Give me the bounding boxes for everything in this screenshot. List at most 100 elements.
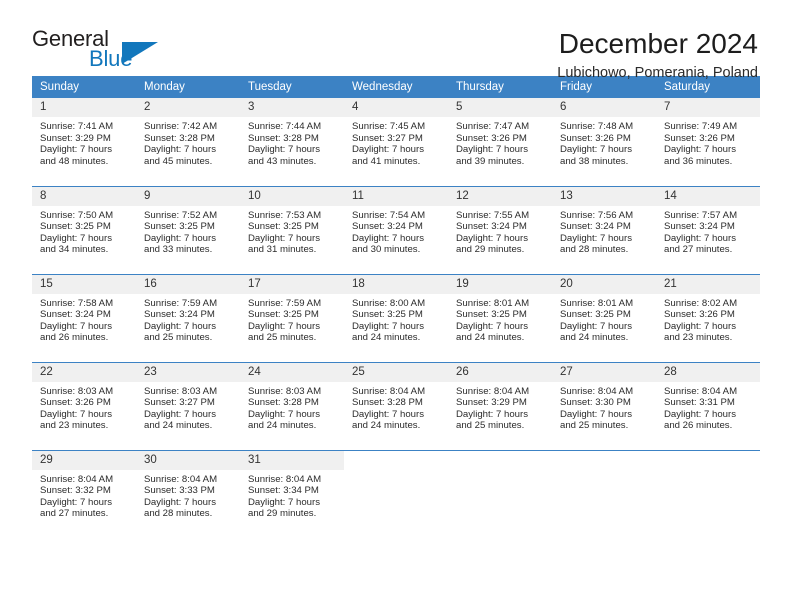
- calendar-body: 1 Sunrise: 7:41 AM Sunset: 3:29 PM Daylight…: [32, 98, 760, 538]
- calendar-page: General Blue December 2024 Lubichowo, Po…: [0, 0, 792, 612]
- daylight-text-line1: Daylight: 7 hours: [248, 496, 320, 508]
- day-details: Sunrise: 7:50 AM Sunset: 3:25 PM Daylight:…: [32, 206, 136, 256]
- day-number: 23: [136, 362, 240, 382]
- day-number: 9: [136, 186, 240, 206]
- sunrise-text: Sunrise: 7:52 AM: [144, 209, 218, 221]
- sunset-text: Sunset: 3:26 PM: [456, 132, 527, 144]
- day-cell[interactable]: 7 Sunrise: 7:49 AM Sunset: 3:26 PM Daylight…: [656, 98, 760, 186]
- day-details: Sunrise: 7:54 AM Sunset: 3:24 PM Daylight:…: [344, 206, 448, 256]
- daylight-text-line2: and 24 minutes.: [560, 332, 629, 344]
- day-cell[interactable]: 19 Sunrise: 8:01 AM Sunset: 3:25 PM Dayligh…: [448, 273, 552, 362]
- daylight-text-line2: and 28 minutes.: [560, 244, 629, 256]
- sunrise-text: Sunrise: 7:45 AM: [352, 121, 426, 132]
- day-cell[interactable]: 8 Sunrise: 7:50 AM Sunset: 3:25 PM Daylight…: [32, 185, 136, 274]
- day-details: Sunrise: 7:47 AM Sunset: 3:26 PM Daylight:…: [448, 117, 552, 167]
- sunrise-text: Sunrise: 7:54 AM: [352, 209, 426, 221]
- day-number: 31: [240, 450, 344, 470]
- daylight-text-line1: Daylight: 7 hours: [144, 320, 216, 332]
- sunset-text: Sunset: 3:26 PM: [40, 397, 111, 409]
- day-cell[interactable]: 26 Sunrise: 8:04 AM Sunset: 3:29 PM Dayligh…: [448, 361, 552, 450]
- calendar-week-row: 15 Sunrise: 7:58 AM Sunset: 3:24 PM Dayligh…: [32, 273, 760, 362]
- sunrise-text: Sunrise: 8:04 AM: [456, 385, 530, 397]
- day-cell[interactable]: 4 Sunrise: 7:45 AM Sunset: 3:27 PM Daylight…: [344, 98, 448, 186]
- day-cell[interactable]: 28 Sunrise: 8:04 AM Sunset: 3:31 PM Dayligh…: [656, 361, 760, 450]
- sunset-text: Sunset: 3:24 PM: [40, 309, 111, 321]
- calendar-week-row: 29 Sunrise: 8:04 AM Sunset: 3:32 PM Dayligh…: [32, 449, 760, 538]
- day-details: Sunrise: 7:56 AM Sunset: 3:24 PM Daylight:…: [552, 206, 656, 256]
- brand-logo[interactable]: General Blue: [32, 28, 172, 76]
- day-cell[interactable]: 18 Sunrise: 8:00 AM Sunset: 3:25 PM Dayligh…: [344, 273, 448, 362]
- day-cell[interactable]: 15 Sunrise: 7:58 AM Sunset: 3:24 PM Dayligh…: [32, 273, 136, 362]
- day-cell[interactable]: 21 Sunrise: 8:02 AM Sunset: 3:26 PM Dayligh…: [656, 273, 760, 362]
- day-details: Sunrise: 8:04 AM Sunset: 3:30 PM Daylight:…: [552, 382, 656, 432]
- sunrise-text: Sunrise: 8:04 AM: [40, 473, 114, 485]
- daylight-text-line1: Daylight: 7 hours: [248, 320, 320, 332]
- daylight-text-line2: and 30 minutes.: [352, 244, 421, 256]
- day-cell[interactable]: 11 Sunrise: 7:54 AM Sunset: 3:24 PM Dayligh…: [344, 185, 448, 274]
- sunset-text: Sunset: 3:28 PM: [144, 132, 215, 144]
- sunset-text: Sunset: 3:25 PM: [352, 309, 423, 321]
- sunset-text: Sunset: 3:33 PM: [144, 485, 215, 497]
- day-number: 19: [448, 274, 552, 294]
- daylight-text-line1: Daylight: 7 hours: [456, 232, 528, 244]
- day-number: [448, 450, 552, 470]
- calendar-week-row: 8 Sunrise: 7:50 AM Sunset: 3:25 PM Daylight…: [32, 185, 760, 274]
- daylight-text-line1: Daylight: 7 hours: [352, 408, 424, 420]
- day-details: Sunrise: 8:03 AM Sunset: 3:28 PM Daylight:…: [240, 382, 344, 432]
- day-details: Sunrise: 7:55 AM Sunset: 3:24 PM Daylight:…: [448, 206, 552, 256]
- sunrise-text: Sunrise: 7:42 AM: [144, 121, 218, 132]
- brand-name-blue: Blue: [89, 46, 133, 71]
- day-cell[interactable]: 17 Sunrise: 7:59 AM Sunset: 3:25 PM Dayligh…: [240, 273, 344, 362]
- day-cell[interactable]: 14 Sunrise: 7:57 AM Sunset: 3:24 PM Dayligh…: [656, 185, 760, 274]
- daylight-text-line2: and 25 minutes.: [560, 420, 629, 432]
- sunrise-text: Sunrise: 7:53 AM: [248, 209, 322, 221]
- daylight-text-line1: Daylight: 7 hours: [144, 232, 216, 244]
- day-cell[interactable]: 23 Sunrise: 8:03 AM Sunset: 3:27 PM Dayligh…: [136, 361, 240, 450]
- daylight-text-line2: and 34 minutes.: [40, 244, 109, 256]
- day-cell-empty: [344, 449, 448, 538]
- calendar-table: Sunday Monday Tuesday Wednesday Thursday…: [32, 76, 760, 538]
- day-cell[interactable]: 9 Sunrise: 7:52 AM Sunset: 3:25 PM Daylight…: [136, 185, 240, 274]
- day-cell[interactable]: 13 Sunrise: 7:56 AM Sunset: 3:24 PM Dayligh…: [552, 185, 656, 274]
- day-cell[interactable]: 24 Sunrise: 8:03 AM Sunset: 3:28 PM Dayligh…: [240, 361, 344, 450]
- day-cell[interactable]: 1 Sunrise: 7:41 AM Sunset: 3:29 PM Daylight…: [32, 98, 136, 186]
- day-details: Sunrise: 8:03 AM Sunset: 3:27 PM Daylight:…: [136, 382, 240, 432]
- daylight-text-line2: and 24 minutes.: [352, 420, 421, 432]
- sunrise-text: Sunrise: 7:48 AM: [560, 121, 634, 132]
- day-cell[interactable]: 5 Sunrise: 7:47 AM Sunset: 3:26 PM Daylight…: [448, 98, 552, 186]
- day-number: 14: [656, 186, 760, 206]
- day-cell[interactable]: 16 Sunrise: 7:59 AM Sunset: 3:24 PM Dayligh…: [136, 273, 240, 362]
- day-number: 25: [344, 362, 448, 382]
- day-cell[interactable]: 3 Sunrise: 7:44 AM Sunset: 3:28 PM Daylight…: [240, 98, 344, 186]
- day-details: Sunrise: 7:53 AM Sunset: 3:25 PM Daylight:…: [240, 206, 344, 256]
- sunset-text: Sunset: 3:30 PM: [560, 397, 631, 409]
- day-cell[interactable]: 30 Sunrise: 8:04 AM Sunset: 3:33 PM Dayligh…: [136, 449, 240, 538]
- day-cell[interactable]: 6 Sunrise: 7:48 AM Sunset: 3:26 PM Daylight…: [552, 98, 656, 186]
- day-details: Sunrise: 7:41 AM Sunset: 3:29 PM Daylight:…: [32, 117, 136, 167]
- sunrise-text: Sunrise: 8:04 AM: [248, 473, 322, 485]
- day-cell[interactable]: 29 Sunrise: 8:04 AM Sunset: 3:32 PM Dayligh…: [32, 449, 136, 538]
- daylight-text-line2: and 24 minutes.: [352, 332, 421, 344]
- daylight-text-line1: Daylight: 7 hours: [144, 144, 216, 156]
- day-cell[interactable]: 22 Sunrise: 8:03 AM Sunset: 3:26 PM Dayligh…: [32, 361, 136, 450]
- day-cell[interactable]: 20 Sunrise: 8:01 AM Sunset: 3:25 PM Dayligh…: [552, 273, 656, 362]
- day-number: 13: [552, 186, 656, 206]
- sunset-text: Sunset: 3:24 PM: [456, 221, 527, 233]
- day-cell[interactable]: 31 Sunrise: 8:04 AM Sunset: 3:34 PM Dayligh…: [240, 449, 344, 538]
- daylight-text-line1: Daylight: 7 hours: [144, 408, 216, 420]
- weekday-header-monday: Monday: [136, 76, 240, 98]
- daylight-text-line2: and 25 minutes.: [248, 332, 317, 344]
- day-cell[interactable]: 27 Sunrise: 8:04 AM Sunset: 3:30 PM Dayligh…: [552, 361, 656, 450]
- day-cell[interactable]: 10 Sunrise: 7:53 AM Sunset: 3:25 PM Dayligh…: [240, 185, 344, 274]
- sunset-text: Sunset: 3:27 PM: [352, 132, 423, 144]
- daylight-text-line2: and 26 minutes.: [664, 420, 733, 432]
- day-number: 24: [240, 362, 344, 382]
- day-cell[interactable]: 25 Sunrise: 8:04 AM Sunset: 3:28 PM Dayligh…: [344, 361, 448, 450]
- day-number: 16: [136, 274, 240, 294]
- daylight-text-line2: and 25 minutes.: [456, 420, 525, 432]
- daylight-text-line2: and 28 minutes.: [144, 508, 213, 520]
- day-number: [552, 450, 656, 470]
- day-cell[interactable]: 2 Sunrise: 7:42 AM Sunset: 3:28 PM Daylight…: [136, 98, 240, 186]
- day-cell[interactable]: 12 Sunrise: 7:55 AM Sunset: 3:24 PM Dayligh…: [448, 185, 552, 274]
- sunset-text: Sunset: 3:25 PM: [248, 221, 319, 233]
